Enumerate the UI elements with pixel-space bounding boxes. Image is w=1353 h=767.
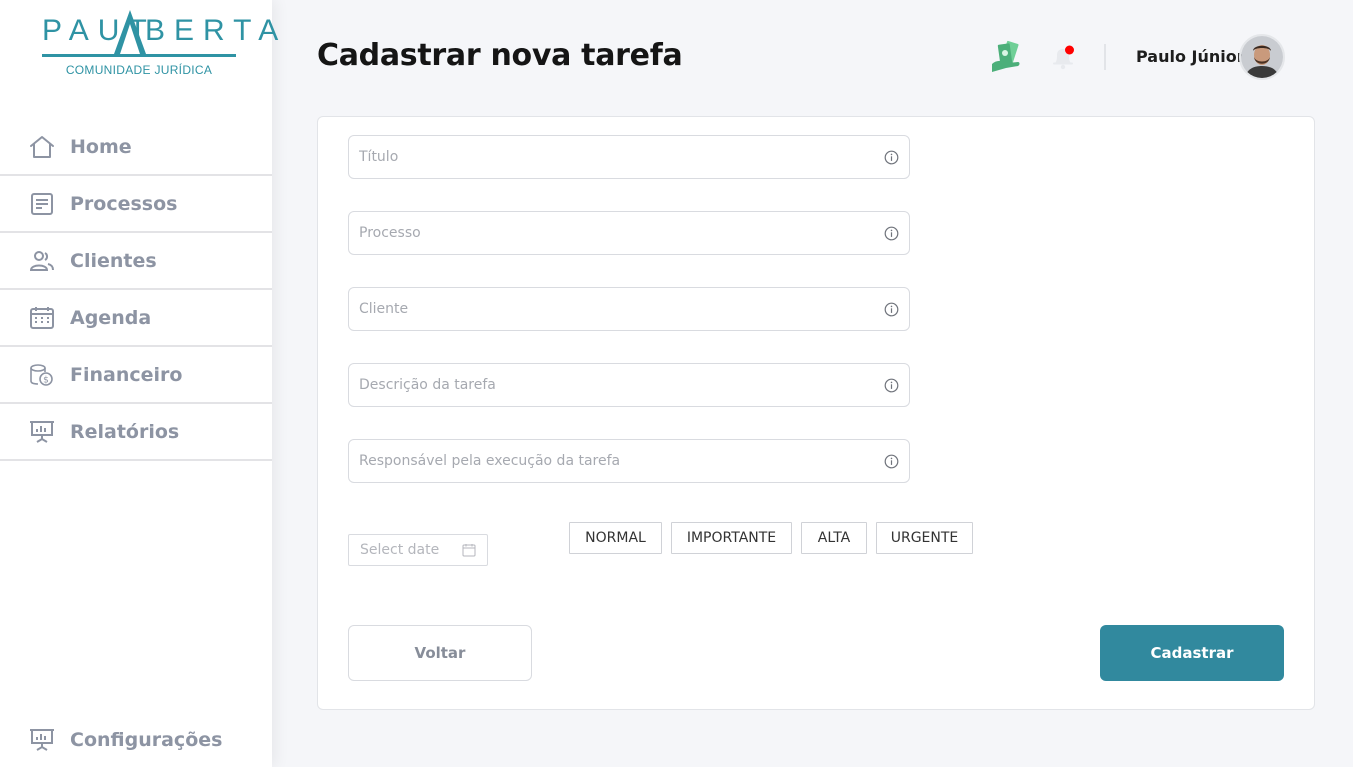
avatar[interactable]	[1239, 34, 1285, 80]
processo-field[interactable]	[348, 211, 910, 255]
logo-subtitle: COMUNIDADE JURÍDICA	[65, 63, 213, 77]
sidebar-item-label: Configurações	[70, 728, 223, 751]
date-picker[interactable]	[348, 534, 488, 566]
sidebar-nav: Home Processos Clientes Agenda $ Finance…	[0, 119, 272, 461]
titulo-input[interactable]	[359, 136, 879, 178]
descricao-field[interactable]	[348, 363, 910, 407]
sidebar-item-clientes[interactable]: Clientes	[0, 233, 272, 290]
info-icon[interactable]	[884, 150, 899, 165]
logo-a-mark-icon	[114, 10, 146, 54]
logo-underline	[42, 54, 236, 57]
sidebar-item-label: Clientes	[70, 249, 157, 272]
sidebar-item-label: Processos	[70, 192, 178, 215]
money-icon[interactable]	[990, 38, 1024, 76]
sidebar-item-processos[interactable]: Processos	[0, 176, 272, 233]
responsavel-input[interactable]	[359, 440, 879, 482]
sidebar-item-label: Financeiro	[70, 363, 183, 386]
descricao-input[interactable]	[359, 364, 879, 406]
back-button[interactable]: Voltar	[348, 625, 532, 681]
sidebar-item-agenda[interactable]: Agenda	[0, 290, 272, 347]
calendar-icon[interactable]	[462, 543, 476, 557]
logo-wordmark: PAUT BERTA	[42, 6, 278, 54]
info-icon[interactable]	[884, 378, 899, 393]
notification-dot	[1065, 45, 1074, 55]
processo-input[interactable]	[359, 212, 879, 254]
notification-bell-icon[interactable]	[1048, 42, 1078, 72]
responsavel-field[interactable]	[348, 439, 910, 483]
info-icon[interactable]	[884, 454, 899, 469]
date-input[interactable]	[360, 535, 460, 565]
document-icon	[29, 191, 55, 217]
money-icon: $	[29, 362, 55, 388]
task-form-card: NORMAL IMPORTANTE ALTA URGENTE Voltar Ca…	[317, 116, 1315, 710]
presentation-chart-icon	[29, 727, 55, 753]
sidebar-item-label: Agenda	[70, 306, 152, 329]
sidebar-item-relatorios[interactable]: Relatórios	[0, 404, 272, 461]
priority-importante-button[interactable]: IMPORTANTE	[671, 522, 792, 554]
sidebar-item-financeiro[interactable]: $ Financeiro	[0, 347, 272, 404]
priority-alta-button[interactable]: ALTA	[801, 522, 867, 554]
home-icon	[29, 134, 55, 160]
sidebar-item-label: Home	[70, 135, 132, 158]
header-divider	[1104, 44, 1106, 70]
brand-logo[interactable]: PAUT BERTA COMUNIDADE JURÍDICA	[0, 0, 278, 100]
cliente-field[interactable]	[348, 287, 910, 331]
presentation-chart-icon	[29, 419, 55, 445]
sidebar-item-home[interactable]: Home	[0, 119, 272, 176]
sidebar-item-label: Relatórios	[70, 420, 180, 443]
user-name[interactable]: Paulo Júnior	[1136, 47, 1245, 66]
svg-text:$: $	[43, 375, 49, 385]
sidebar-item-configuracoes[interactable]: Configurações	[0, 712, 272, 767]
users-icon	[29, 248, 55, 274]
titulo-field[interactable]	[348, 135, 910, 179]
page-title: Cadastrar nova tarefa	[317, 38, 683, 73]
logo-text-right: BERTA	[145, 14, 288, 47]
submit-button[interactable]: Cadastrar	[1100, 625, 1284, 681]
sidebar: PAUT BERTA COMUNIDADE JURÍDICA Home Proc…	[0, 0, 278, 767]
info-icon[interactable]	[884, 226, 899, 241]
priority-normal-button[interactable]: NORMAL	[569, 522, 662, 554]
cliente-input[interactable]	[359, 288, 879, 330]
info-icon[interactable]	[884, 302, 899, 317]
priority-urgente-button[interactable]: URGENTE	[876, 522, 973, 554]
calendar-icon	[29, 305, 55, 331]
